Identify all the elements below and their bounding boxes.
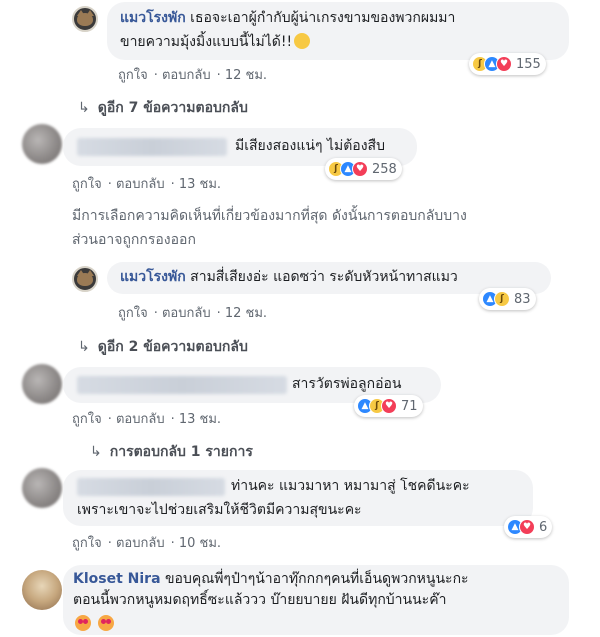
comment-time[interactable]: 12 ชม. bbox=[225, 68, 267, 83]
filter-notice-line: มีการเลือกความคิดเห็นที่เกี่ยวข้องมากที่… bbox=[72, 208, 467, 224]
reaction-summary[interactable]: ▲ ♥ 6 bbox=[504, 516, 553, 538]
haha-reaction-icon: ʃ bbox=[494, 291, 510, 307]
love-reaction-icon: ♥ bbox=[519, 519, 535, 535]
reaction-count: 83 bbox=[514, 291, 531, 307]
like-link[interactable]: ถูกใจ bbox=[72, 177, 102, 192]
comment-time[interactable]: 10 ชม. bbox=[179, 536, 221, 551]
view-replies[interactable]: ↳ การตอบกลับ 1 รายการ bbox=[90, 441, 253, 463]
filter-notice-line: ส่วนอาจถูกกรองออก bbox=[72, 232, 196, 248]
comment-time[interactable]: 13 ชม. bbox=[179, 177, 221, 192]
avatar[interactable] bbox=[22, 468, 62, 508]
comment-bubble: แมวโรงพัก เธอจะเอาผู้กำกับผู้น่าเกรงขามข… bbox=[107, 2, 569, 60]
reaction-summary[interactable]: ▲ ʃ 83 bbox=[479, 288, 536, 310]
comment-time[interactable]: 12 ชม. bbox=[225, 306, 267, 321]
comment-text: สามสี่เสียงอ่ะ แอดซว่า ระดับหัวหน้าทาสแม… bbox=[190, 269, 458, 285]
reply-link[interactable]: ตอบกลับ bbox=[116, 177, 165, 192]
heart-eyes-emoji-icon bbox=[98, 615, 115, 631]
comment-author-blurred[interactable] bbox=[77, 138, 227, 156]
comment-text: เธอจะเอาผู้กำกับผู้น่าเกรงขามของพวกผมมา bbox=[190, 10, 456, 26]
comment-text: ท่านคะ แมวมาหา หมามาสู่ โชคดีนะคะ bbox=[231, 478, 470, 494]
reaction-count: 258 bbox=[372, 161, 397, 177]
comment-text: เพราะเขาจะไปช่วยเสริมให้ชีวิตมีความสุขนะ… bbox=[77, 502, 362, 518]
avatar[interactable] bbox=[22, 364, 62, 404]
comment-author[interactable]: Kloset Nira bbox=[73, 571, 161, 587]
like-link[interactable]: ถูกใจ bbox=[72, 412, 102, 427]
like-link[interactable]: ถูกใจ bbox=[72, 536, 102, 551]
reply-link[interactable]: ตอบกลับ bbox=[162, 306, 211, 321]
more-replies-label: ดูอีก 7 ข้อความตอบกลับ bbox=[97, 100, 248, 116]
reaction-summary[interactable]: ʃ ▲ ♥ 155 bbox=[469, 53, 546, 75]
like-link[interactable]: ถูกใจ bbox=[118, 306, 148, 321]
comment-actions: ถูกใจ · ตอบกลับ · 13 ชม. bbox=[72, 412, 222, 427]
comment-text: มีเสียงสองแน่ๆ ไม่ต้องสืบ bbox=[235, 138, 385, 154]
avatar[interactable] bbox=[22, 124, 62, 164]
view-more-replies[interactable]: ↳ ดูอีก 7 ข้อความตอบกลับ bbox=[78, 97, 248, 119]
comment-text: ขายความมุ้งมิ้งแบบนี้ไม่ได้!! bbox=[120, 34, 293, 50]
comment-bubble: ท่านคะ แมวมาหา หมามาสู่ โชคดีนะคะ เพราะเ… bbox=[63, 470, 533, 526]
replies-label: การตอบกลับ 1 รายการ bbox=[109, 444, 253, 460]
like-link[interactable]: ถูกใจ bbox=[118, 68, 148, 83]
love-reaction-icon: ♥ bbox=[352, 161, 368, 177]
comment-author-blurred[interactable] bbox=[77, 478, 225, 496]
reaction-summary[interactable]: ▲ ʃ ♥ 71 bbox=[354, 395, 423, 417]
comment-actions: ถูกใจ · ตอบกลับ · 10 ชม. bbox=[72, 536, 222, 551]
comment-actions: ถูกใจ · ตอบกลับ · 13 ชม. bbox=[72, 177, 222, 192]
more-replies-label: ดูอีก 2 ข้อความตอบกลับ bbox=[97, 339, 248, 355]
avatar[interactable] bbox=[22, 570, 62, 610]
avatar[interactable] bbox=[72, 6, 98, 32]
comment-text: ตอนนี้พวกหนูหมดฤทธิ์ซะแล้ววว บ๊ายยบายย ฝ… bbox=[73, 592, 447, 608]
comment-author-blurred[interactable] bbox=[77, 376, 287, 394]
comment-actions: ถูกใจ · ตอบกลับ · 12 ชม. bbox=[118, 306, 268, 321]
love-reaction-icon: ♥ bbox=[381, 398, 397, 414]
reaction-count: 6 bbox=[539, 519, 548, 535]
comment-text: สารวัตรพ่อลูกอ่อน bbox=[292, 376, 402, 392]
love-reaction-icon: ♥ bbox=[496, 56, 512, 72]
reaction-count: 71 bbox=[401, 398, 418, 414]
reply-arrow-icon: ↳ bbox=[78, 339, 90, 355]
view-more-replies[interactable]: ↳ ดูอีก 2 ข้อความตอบกลับ bbox=[78, 336, 248, 358]
reply-link[interactable]: ตอบกลับ bbox=[162, 68, 211, 83]
reaction-summary[interactable]: ʃ ▲ ♥ 258 bbox=[325, 158, 402, 180]
laughing-emoji-icon bbox=[294, 33, 311, 49]
reply-arrow-icon: ↳ bbox=[78, 100, 90, 116]
comment-author[interactable]: แมวโรงพัก bbox=[120, 269, 186, 285]
reply-link[interactable]: ตอบกลับ bbox=[116, 536, 165, 551]
comment-actions: ถูกใจ · ตอบกลับ · 12 ชม. bbox=[118, 68, 268, 83]
comment-time[interactable]: 13 ชม. bbox=[179, 412, 221, 427]
reaction-count: 155 bbox=[516, 56, 541, 72]
comment-bubble: Kloset Nira ขอบคุณพี่ๆป๋าๆน้าอาทุ๊กกกๆคน… bbox=[63, 565, 569, 635]
avatar[interactable] bbox=[72, 266, 98, 292]
reply-link[interactable]: ตอบกลับ bbox=[116, 412, 165, 427]
reply-arrow-icon: ↳ bbox=[90, 444, 102, 460]
heart-eyes-emoji-icon bbox=[75, 615, 91, 631]
comment-text: ขอบคุณพี่ๆป๋าๆน้าอาทุ๊กกกๆคนที่เอ็นดูพวก… bbox=[164, 571, 469, 587]
comment-author[interactable]: แมวโรงพัก bbox=[120, 10, 186, 26]
filter-notice: มีการเลือกความคิดเห็นที่เกี่ยวข้องมากที่… bbox=[72, 204, 467, 252]
